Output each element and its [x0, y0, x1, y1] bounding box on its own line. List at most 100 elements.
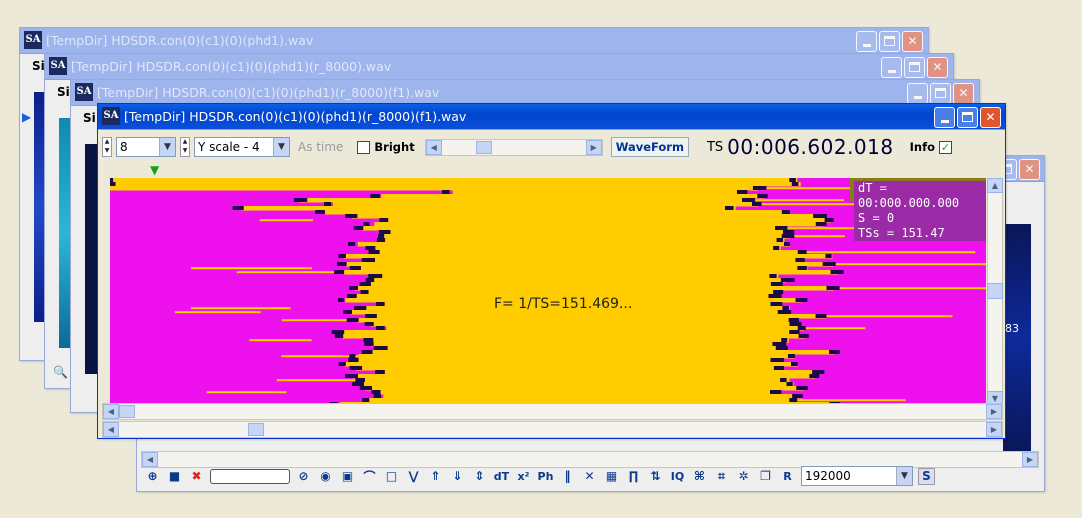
tool-button[interactable]: IQ — [669, 468, 686, 485]
maximize-button[interactable] — [904, 57, 925, 78]
close-button[interactable]: ✕ — [902, 31, 923, 52]
as-time-label: As time — [298, 140, 344, 154]
spectrogram-band — [356, 358, 779, 363]
chevron-down-icon[interactable]: ▼ — [273, 138, 289, 156]
close-button[interactable]: ✕ — [953, 83, 974, 104]
spectrogram-band — [357, 242, 790, 247]
close-button[interactable]: ✕ — [927, 57, 948, 78]
bright-checkbox[interactable] — [357, 140, 371, 154]
sample-rate-value: 192000 — [805, 469, 851, 483]
zoom-icon[interactable]: 🔍 — [53, 365, 68, 379]
slider-thumb[interactable] — [475, 140, 492, 154]
bars-icon[interactable]: ‖ — [559, 468, 576, 485]
spectrogram-band — [384, 370, 819, 375]
spin-up-icon[interactable]: ▲ — [103, 138, 111, 147]
grid-icon[interactable]: ▦ — [603, 468, 620, 485]
spectrogram-edge — [772, 342, 787, 346]
zoom-in-icon[interactable]: ⊕ — [144, 468, 161, 485]
scroll-right-button[interactable]: ▶ — [986, 404, 1002, 419]
down-arrows-icon[interactable]: ⇓ — [449, 468, 466, 485]
vscroll-thumb[interactable] — [987, 283, 1003, 299]
title-bar[interactable]: SA [TempDir] HDSDR.con(0)(c1)(0)(phd1).w… — [20, 28, 928, 54]
title-bar[interactable]: SA [TempDir] HDSDR.con(0)(c1)(0)(phd1)(r… — [45, 54, 953, 80]
gear-icon[interactable]: ✲ — [735, 468, 752, 485]
hscroll-thumb[interactable] — [119, 405, 135, 418]
block-icon[interactable]: ■ — [166, 468, 183, 485]
spin-up-icon[interactable]: ▲ — [181, 138, 189, 147]
count2-spinner[interactable]: ▲ ▼ — [180, 137, 190, 157]
slider-left-button[interactable]: ◀ — [425, 139, 442, 155]
count-select[interactable]: 8 ▼ — [116, 137, 176, 157]
bright-slider[interactable]: ◀ ▶ — [424, 138, 603, 156]
spectrogram-band — [374, 222, 823, 227]
info-tss: TSs = 151.47 — [858, 226, 945, 240]
tool-button[interactable]: x² — [515, 468, 532, 485]
yscale-select[interactable]: Y scale - 4 ▼ — [194, 137, 290, 157]
spectrogram-band — [355, 286, 834, 291]
spectrogram-edge — [336, 262, 347, 266]
marker-icon[interactable]: ▼ — [150, 163, 159, 177]
spectrogram-band — [360, 378, 790, 383]
sample-rate-select[interactable]: 192000 ▼ — [801, 466, 913, 486]
spectrogram-band — [370, 314, 827, 319]
v-icon[interactable]: ⋁ — [405, 468, 422, 485]
tool-button[interactable]: Ph — [537, 468, 554, 485]
app-icon: SA — [102, 107, 120, 125]
box-icon[interactable]: □ — [383, 468, 400, 485]
time-scroll-thumb[interactable] — [248, 423, 264, 436]
search-input[interactable] — [210, 468, 290, 484]
window-main[interactable]: SA [TempDir] HDSDR.con(0)(c1)(0)(phd1)(r… — [97, 103, 1006, 439]
loop-icon[interactable]: ⌘ — [691, 468, 708, 485]
minimize-button[interactable] — [881, 57, 902, 78]
maximize-button[interactable] — [957, 107, 978, 128]
spectrogram-band — [381, 194, 764, 199]
cancel-x-icon[interactable]: ✖ — [188, 468, 205, 485]
horizontal-scrollbar[interactable]: ◀ ▶ — [102, 403, 1003, 420]
minimize-button[interactable] — [934, 107, 955, 128]
spin-down-icon[interactable]: ▼ — [181, 147, 189, 156]
spectrogram-band — [110, 186, 759, 191]
scroll-left-button[interactable]: ◀ — [103, 404, 119, 419]
minimize-button[interactable] — [907, 83, 928, 104]
maximize-icon — [962, 112, 973, 122]
time-scrollbar[interactable]: ◀ ▶ — [102, 421, 1003, 438]
square-icon[interactable]: ▣ — [339, 468, 356, 485]
spectrogram-edge — [789, 330, 800, 334]
both-arrows-icon[interactable]: ⇕ — [471, 468, 488, 485]
chevron-down-icon[interactable]: ▼ — [896, 467, 912, 485]
cross-icon[interactable]: ✕ — [581, 468, 598, 485]
chevron-down-icon[interactable]: ▼ — [159, 138, 175, 156]
maximize-button[interactable] — [930, 83, 951, 104]
count-spinner[interactable]: ▲ ▼ — [102, 137, 112, 157]
close-button[interactable]: ✕ — [980, 107, 1001, 128]
arc-icon[interactable]: ⌒ — [361, 468, 378, 485]
spectrogram-edge — [796, 386, 808, 390]
spin-down-icon[interactable]: ▼ — [103, 147, 111, 156]
up-arrows-icon[interactable]: ⇑ — [427, 468, 444, 485]
speaker-icon[interactable]: ◉ — [317, 468, 334, 485]
s-button[interactable]: S — [918, 467, 935, 485]
scroll-up-button[interactable]: ▲ — [987, 178, 1003, 193]
updown-icon[interactable]: ⇅ — [647, 468, 664, 485]
wave-icon[interactable]: ∏ — [625, 468, 642, 485]
spectrogram-view[interactable]: dT = 00:000.000.000 S = 0 TSs = 151.47 F… — [110, 178, 986, 406]
title-bar[interactable]: SA [TempDir] HDSDR.con(0)(c1)(0)(phd1)(r… — [98, 104, 1005, 130]
spectrogram-edge — [348, 242, 356, 246]
copy-icon[interactable]: ❐ — [757, 468, 774, 485]
minimize-icon — [888, 70, 896, 73]
info-checkbox[interactable]: ✓ — [938, 140, 952, 154]
loop2-icon[interactable]: ⌗ — [713, 468, 730, 485]
spectrogram-edge — [780, 378, 787, 382]
scroll-right-button[interactable]: ▶ — [986, 422, 1002, 437]
waveform-button[interactable]: WaveForm — [610, 137, 689, 157]
scroll-left-button[interactable]: ◀ — [103, 422, 119, 437]
tool-button[interactable]: dT — [493, 468, 510, 485]
no-icon[interactable]: ⊘ — [295, 468, 312, 485]
minimize-button[interactable] — [856, 31, 877, 52]
vertical-scrollbar[interactable]: ▲ ▼ — [987, 178, 1003, 406]
close-button[interactable]: ✕ — [1019, 159, 1040, 180]
maximize-button[interactable] — [879, 31, 900, 52]
slider-right-button[interactable]: ▶ — [585, 139, 602, 155]
tool-button[interactable]: R — [779, 468, 796, 485]
spectrogram-edge — [736, 190, 748, 194]
